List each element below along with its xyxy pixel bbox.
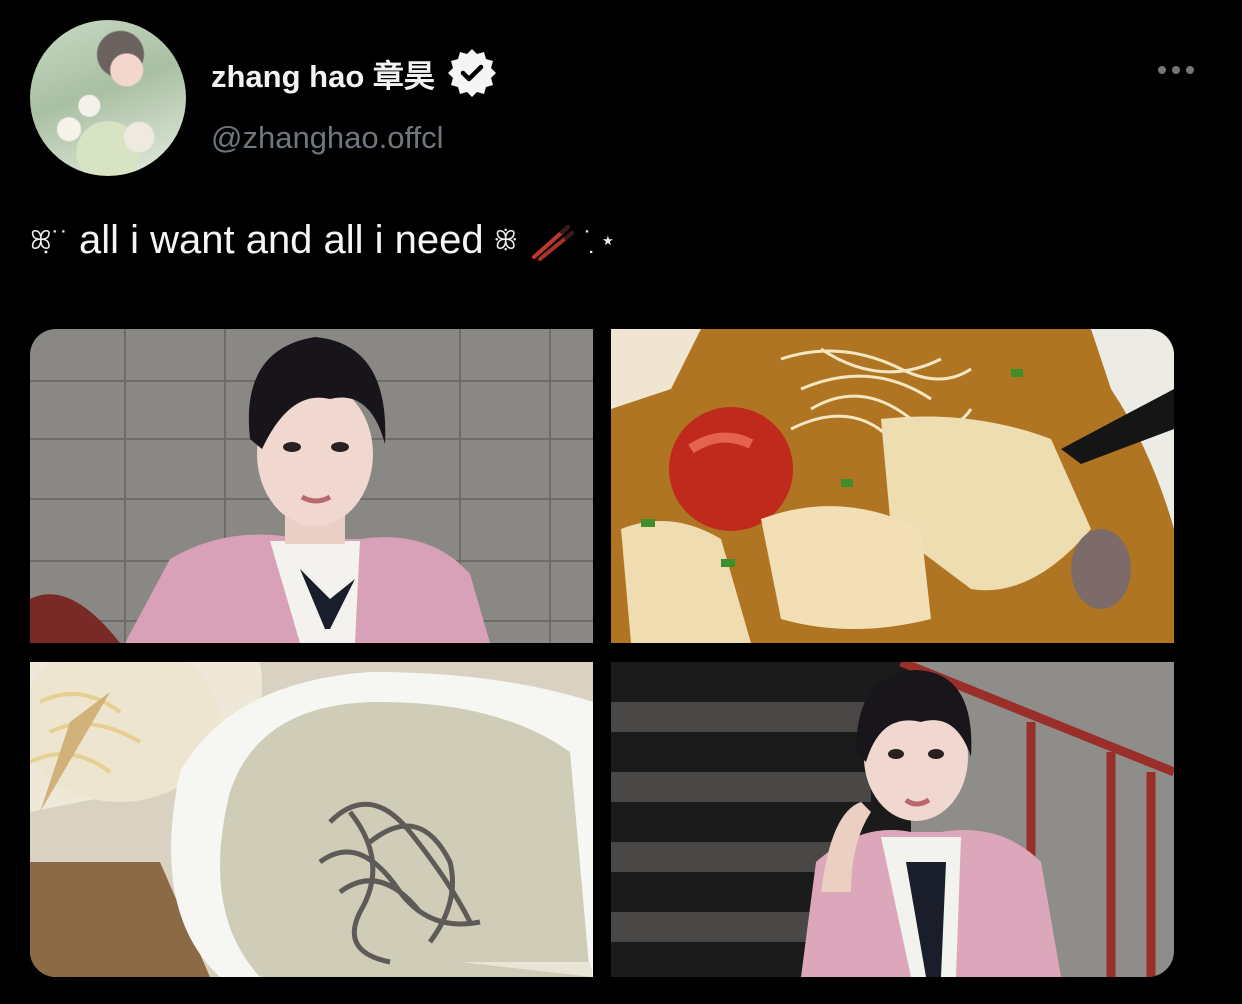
- display-name[interactable]: zhang hao 章昊: [211, 51, 435, 96]
- portrait-photo-2[interactable]: [611, 662, 1174, 977]
- portrait-photo-1[interactable]: [30, 329, 593, 643]
- small-decoration: ꕥ: [493, 224, 518, 255]
- more-options-icon[interactable]: [1158, 60, 1200, 80]
- cream-noodles-photo[interactable]: [30, 662, 593, 977]
- author-handle[interactable]: @zhanghao.offcl: [211, 120, 444, 156]
- verified-badge-icon: [447, 49, 496, 97]
- avatar[interactable]: [30, 20, 186, 176]
- noodle-soup-photo[interactable]: [611, 329, 1174, 643]
- tweet-text: ꕤ̣˙˙ all i want and all i need ꕥ ˙ ̣⋆: [30, 218, 616, 263]
- chopsticks-icon: [531, 224, 574, 261]
- author-row: zhang hao 章昊: [211, 49, 497, 97]
- tweet-body: all i want and all i need: [78, 218, 484, 262]
- suffix-decoration: ˙ ̣⋆: [583, 225, 616, 255]
- prefix-decoration: ꕤ̣˙˙: [30, 224, 69, 255]
- media-grid: [30, 329, 1174, 977]
